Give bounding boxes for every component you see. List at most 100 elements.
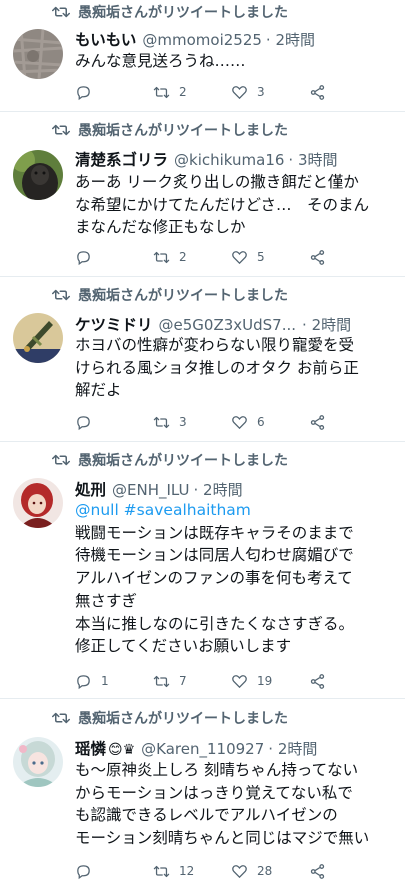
action-bar: 2 3 — [75, 82, 345, 102]
retweet-button[interactable]: 12 — [153, 863, 231, 880]
reply-icon — [77, 85, 90, 100]
tweet-text-line: も認識できるレベルでアルハイゼンの — [75, 806, 338, 825]
action-bar: 2 5 — [75, 247, 345, 267]
share-icon — [310, 673, 325, 689]
tweet-text: も～原神炎上しろ 刻晴ちゃん持ってない からモーションはっきり覚えてない私で も… — [75, 759, 399, 850]
action-bar: 12 28 — [75, 861, 345, 881]
retweet-icon — [153, 416, 170, 428]
tweet-text-line: 待機モーションは同居人匂わせ腐媚びで — [75, 546, 354, 565]
user-handle[interactable]: @kichikuma16 — [174, 151, 284, 169]
share-button[interactable] — [309, 673, 326, 690]
tweet-text-line: 戦闘モーションは既存キャラそのままで — [75, 523, 354, 542]
avatar[interactable] — [13, 29, 63, 79]
reply-button[interactable] — [75, 84, 153, 101]
timestamp[interactable]: · 2時間 — [266, 29, 315, 50]
reply-button[interactable] — [75, 249, 153, 266]
like-count: 19 — [257, 674, 273, 688]
like-count: 5 — [257, 250, 265, 264]
retweet-icon — [52, 124, 70, 136]
retweet-button[interactable]: 3 — [153, 414, 231, 431]
mention-hashtag-link[interactable]: @null #savealhaitham — [75, 499, 399, 522]
retweeted-by-label: 愚痴垢さんがリツイートしました — [78, 123, 288, 139]
like-button[interactable]: 19 — [231, 673, 309, 690]
tweet-header: 処刑 @ENH_ILU · 2時間 — [75, 478, 397, 500]
tweet-header: もいもい @mmomoi2525 · 2時間 — [75, 28, 397, 50]
reply-button[interactable] — [75, 863, 153, 880]
like-button[interactable]: 3 — [231, 84, 309, 101]
tweet-text-line: あーあ リーク炙り出しの撒き餌だと僅か — [75, 173, 359, 191]
share-button[interactable] — [309, 414, 326, 431]
share-icon — [310, 414, 325, 430]
like-button[interactable]: 6 — [231, 414, 309, 431]
retweet-icon — [153, 865, 170, 877]
retweet-button[interactable]: 2 — [153, 84, 231, 101]
retweet-icon — [52, 289, 70, 301]
tweet-text-line: も～原神炎上しろ 刻晴ちゃん持ってない — [75, 761, 359, 779]
heart-icon — [232, 250, 247, 264]
share-icon — [310, 249, 325, 265]
retweet-context: 愚痴垢さんがリツイートしました — [52, 450, 288, 470]
tweet-text-line: アルハイゼンのファンの事を何も考えて — [75, 569, 353, 588]
user-handle[interactable]: @mmomoi2525 — [142, 31, 262, 49]
share-button[interactable] — [309, 249, 326, 266]
tweet[interactable]: 愚痴垢さんがリツイートしました 清楚系ゴリラ @kichikuma16 · 3時… — [0, 112, 405, 277]
user-handle[interactable]: @ENH_ILU — [112, 481, 190, 499]
tweet-text-line: からモーションはっきり覚えてない私で — [75, 783, 353, 802]
tweet-text-line: みんな意見送ろうね…… — [75, 52, 246, 70]
tweet-text-line: モーション刻晴ちゃんと同じはマジで無い — [75, 829, 370, 848]
timestamp[interactable]: · 3時間 — [288, 149, 337, 170]
like-button[interactable]: 5 — [231, 249, 309, 266]
reply-icon — [77, 250, 90, 265]
user-handle[interactable]: @Karen_110927 — [141, 740, 264, 758]
retweet-button[interactable]: 7 — [153, 673, 231, 690]
share-icon — [310, 84, 325, 100]
share-button[interactable] — [309, 84, 326, 101]
retweet-icon — [52, 454, 70, 466]
display-name[interactable]: 処刑 — [75, 478, 106, 500]
display-name[interactable]: 瑶憐 — [75, 737, 106, 759]
avatar[interactable] — [13, 737, 63, 787]
reply-icon — [77, 864, 90, 879]
retweet-count: 2 — [179, 85, 187, 99]
like-button[interactable]: 28 — [231, 863, 309, 880]
action-bar: 1 7 19 — [75, 671, 345, 691]
tweet[interactable]: 愚痴垢さんがリツイートしました 瑶憐 😊♛ @Karen_110927 · 2時… — [0, 699, 405, 891]
timestamp[interactable]: · 2時間 — [302, 314, 351, 335]
retweet-context: 愚痴垢さんがリツイートしました — [52, 708, 288, 728]
tweet-text: ホヨバの性癖が変わらない限り寵愛を受 けられる風ショタ推しのオタク お前ら正 解… — [75, 334, 399, 402]
display-name[interactable]: ケツミドリ — [75, 313, 153, 335]
avatar[interactable] — [13, 313, 63, 363]
reply-button[interactable]: 1 — [75, 673, 153, 690]
display-name[interactable]: もいもい — [75, 28, 136, 50]
share-button[interactable] — [309, 863, 326, 880]
avatar[interactable] — [13, 150, 63, 200]
tweet-text-line: 本当に推しなのに引きたくなさすぎる。 — [75, 614, 355, 633]
timeline: 愚痴垢さんがリツイートしました もいもい @mmomoi2525 · 2時間 み… — [0, 0, 405, 891]
retweet-context: 愚痴垢さんがリツイートしました — [52, 285, 288, 305]
tweet-text-line: まなんだな修正もなしか — [75, 218, 246, 237]
tweet-text-line: 解だよ — [75, 381, 122, 400]
retweet-count: 7 — [179, 674, 187, 688]
retweeted-by-label: 愚痴垢さんがリツイートしました — [78, 288, 288, 304]
heart-icon — [232, 85, 247, 99]
tweet-text-line: けられる風ショタ推しのオタク お前ら正 — [75, 358, 359, 377]
avatar[interactable] — [13, 478, 63, 528]
tweet-header: 瑶憐 😊♛ @Karen_110927 · 2時間 — [75, 737, 397, 759]
share-icon — [310, 863, 325, 879]
reply-button[interactable] — [75, 414, 153, 431]
retweeted-by-label: 愚痴垢さんがリツイートしました — [78, 5, 288, 21]
user-handle[interactable]: @e5G0Z3xUdS7... — [159, 316, 297, 334]
retweet-icon — [153, 675, 170, 687]
display-name[interactable]: 清楚系ゴリラ — [75, 148, 168, 170]
tweet[interactable]: 愚痴垢さんがリツイートしました ケツミドリ @e5G0Z3xUdS7... · … — [0, 277, 405, 442]
tweet[interactable]: 愚痴垢さんがリツイートしました 処刑 @ENH_ILU · 2時間 @null … — [0, 442, 405, 699]
timestamp[interactable]: · 2時間 — [194, 479, 243, 500]
tweet[interactable]: 愚痴垢さんがリツイートしました もいもい @mmomoi2525 · 2時間 み… — [0, 0, 405, 112]
like-count: 6 — [257, 415, 265, 429]
retweet-button[interactable]: 2 — [153, 249, 231, 266]
tweet-header: ケツミドリ @e5G0Z3xUdS7... · 2時間 — [75, 313, 397, 335]
retweet-count: 2 — [179, 250, 187, 264]
reply-count: 1 — [101, 674, 109, 688]
timestamp[interactable]: · 2時間 — [268, 738, 317, 759]
heart-icon — [232, 415, 247, 429]
